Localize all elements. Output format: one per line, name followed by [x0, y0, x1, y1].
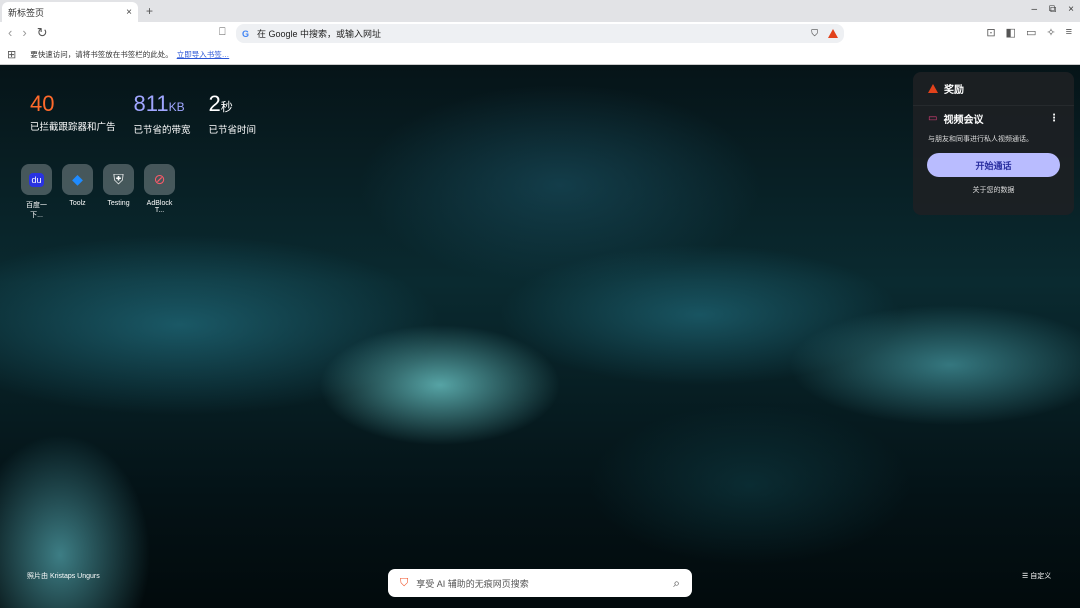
leo-ai-icon[interactable]: ✧: [1046, 26, 1055, 39]
back-icon[interactable]: ‹: [8, 25, 12, 41]
photo-credit[interactable]: 照片由 Kristaps Ungurs: [27, 571, 100, 581]
rewards-title: 奖励: [944, 85, 964, 96]
tile-adblock[interactable]: ⊘ AdBlock T...: [143, 164, 176, 220]
stat-label: 已节省的带宽: [133, 125, 191, 136]
google-icon: G: [242, 28, 250, 39]
video-title: 视频会议: [943, 115, 984, 126]
tile-testing[interactable]: ⛨ Testing: [102, 164, 135, 220]
tile-baidu[interactable]: du 百度一下...: [20, 164, 53, 220]
import-bookmarks-link[interactable]: 立即导入书签…: [177, 49, 230, 60]
start-call-button[interactable]: 开始通话: [927, 153, 1060, 177]
stat-trackers: 40 已拦截跟踪器和广告: [30, 92, 116, 136]
tab-strip: 新标签页 × + – ⧉ ×: [0, 0, 1080, 22]
baidu-icon: du: [21, 164, 52, 195]
shield-blue-icon: ◆: [62, 164, 93, 195]
video-camera-icon: ▭: [928, 113, 938, 124]
toolbar: ‹ › ↻ ⎕ G 在 Google 中搜索，或输入网址 ⛉ ⊡ ◧ ▭ ✧ ≡: [0, 22, 1080, 44]
address-bar[interactable]: G 在 Google 中搜索，或输入网址 ⛉: [236, 24, 844, 43]
stat-unit: 秒: [220, 100, 233, 114]
stats: 40 已拦截跟踪器和广告 811KB 已节省的带宽 2秒已节省时间: [30, 91, 257, 137]
rewards-icon[interactable]: [828, 29, 838, 38]
rewards-header[interactable]: 奖励: [913, 72, 1074, 106]
video-description: 与朋友和同事进行私人视频通话。: [928, 136, 1033, 143]
search-box[interactable]: ⛉ 享受 AI 辅助的无痕网页搜索 ⌕: [388, 569, 692, 597]
address-placeholder: 在 Google 中搜索，或输入网址: [257, 29, 382, 39]
shield-bw-icon: ⛨: [103, 164, 134, 195]
stat-value: 2: [208, 91, 221, 116]
stat-label: 已拦截跟踪器和广告: [30, 122, 116, 133]
tile-label: Toolz: [69, 200, 86, 207]
sidebar-icon[interactable]: ◧: [1006, 26, 1016, 39]
stat-unit: KB: [168, 100, 185, 114]
menu-icon[interactable]: ≡: [1066, 26, 1072, 39]
close-window-button[interactable]: ×: [1068, 4, 1074, 15]
tile-label: Testing: [107, 200, 130, 207]
search-placeholder: 享受 AI 辅助的无痕网页搜索: [416, 578, 529, 589]
bookmark-icon[interactable]: ⎕: [219, 26, 226, 39]
tile-label: 百度一下...: [26, 202, 47, 219]
stat-value: 811: [133, 91, 169, 116]
restore-button[interactable]: ⧉: [1049, 4, 1056, 15]
stat-label: 已节省时间: [208, 125, 257, 136]
adblock-icon: ⊘: [144, 164, 175, 195]
wallet-icon[interactable]: ▭: [1026, 26, 1036, 39]
tile-toolz[interactable]: ◆ Toolz: [61, 164, 94, 220]
customize-button[interactable]: ☰ 自定义: [1022, 571, 1051, 581]
forward-icon[interactable]: ›: [22, 25, 26, 41]
search-icon[interactable]: ⌕: [673, 576, 680, 591]
about-data-link[interactable]: 关于您的数据: [913, 185, 1074, 195]
rewards-icon: [928, 84, 938, 93]
reload-icon[interactable]: ↻: [37, 25, 48, 41]
bookmarks-hint: 要快速访问，请将书签放在书签栏的此处。: [30, 49, 173, 59]
apps-icon[interactable]: ⊞: [7, 48, 16, 61]
tab-search-icon[interactable]: ⊡: [986, 26, 995, 39]
stat-value: 40: [30, 91, 55, 116]
new-tab-button[interactable]: +: [146, 4, 153, 18]
tile-label: AdBlock T...: [146, 200, 173, 214]
stat-bandwidth: 811KB 已节省的带宽: [133, 91, 191, 137]
tab-new-tab[interactable]: 新标签页 ×: [2, 2, 138, 22]
stat-time: 2秒已节省时间: [208, 91, 257, 137]
close-tab-icon[interactable]: ×: [126, 7, 132, 18]
brave-lion-icon: ⛉: [400, 576, 409, 589]
more-menu-icon[interactable]: ⋮: [1049, 113, 1059, 124]
brave-shields-icon[interactable]: ⛉: [811, 28, 818, 39]
minimize-button[interactable]: –: [1031, 4, 1037, 15]
top-sites: du 百度一下... ◆ Toolz ⛨ Testing ⊘ AdBlock T...: [20, 164, 176, 220]
bookmarks-bar: ⊞ 要快速访问，请将书签放在书签栏的此处。 立即导入书签…: [0, 44, 1080, 65]
tab-title: 新标签页: [8, 7, 45, 18]
widgets-panel: 奖励 ▭ 视频会议 ⋮ 与朋友和同事进行私人视频通话。 开始通话 关于您的数据: [913, 72, 1074, 215]
